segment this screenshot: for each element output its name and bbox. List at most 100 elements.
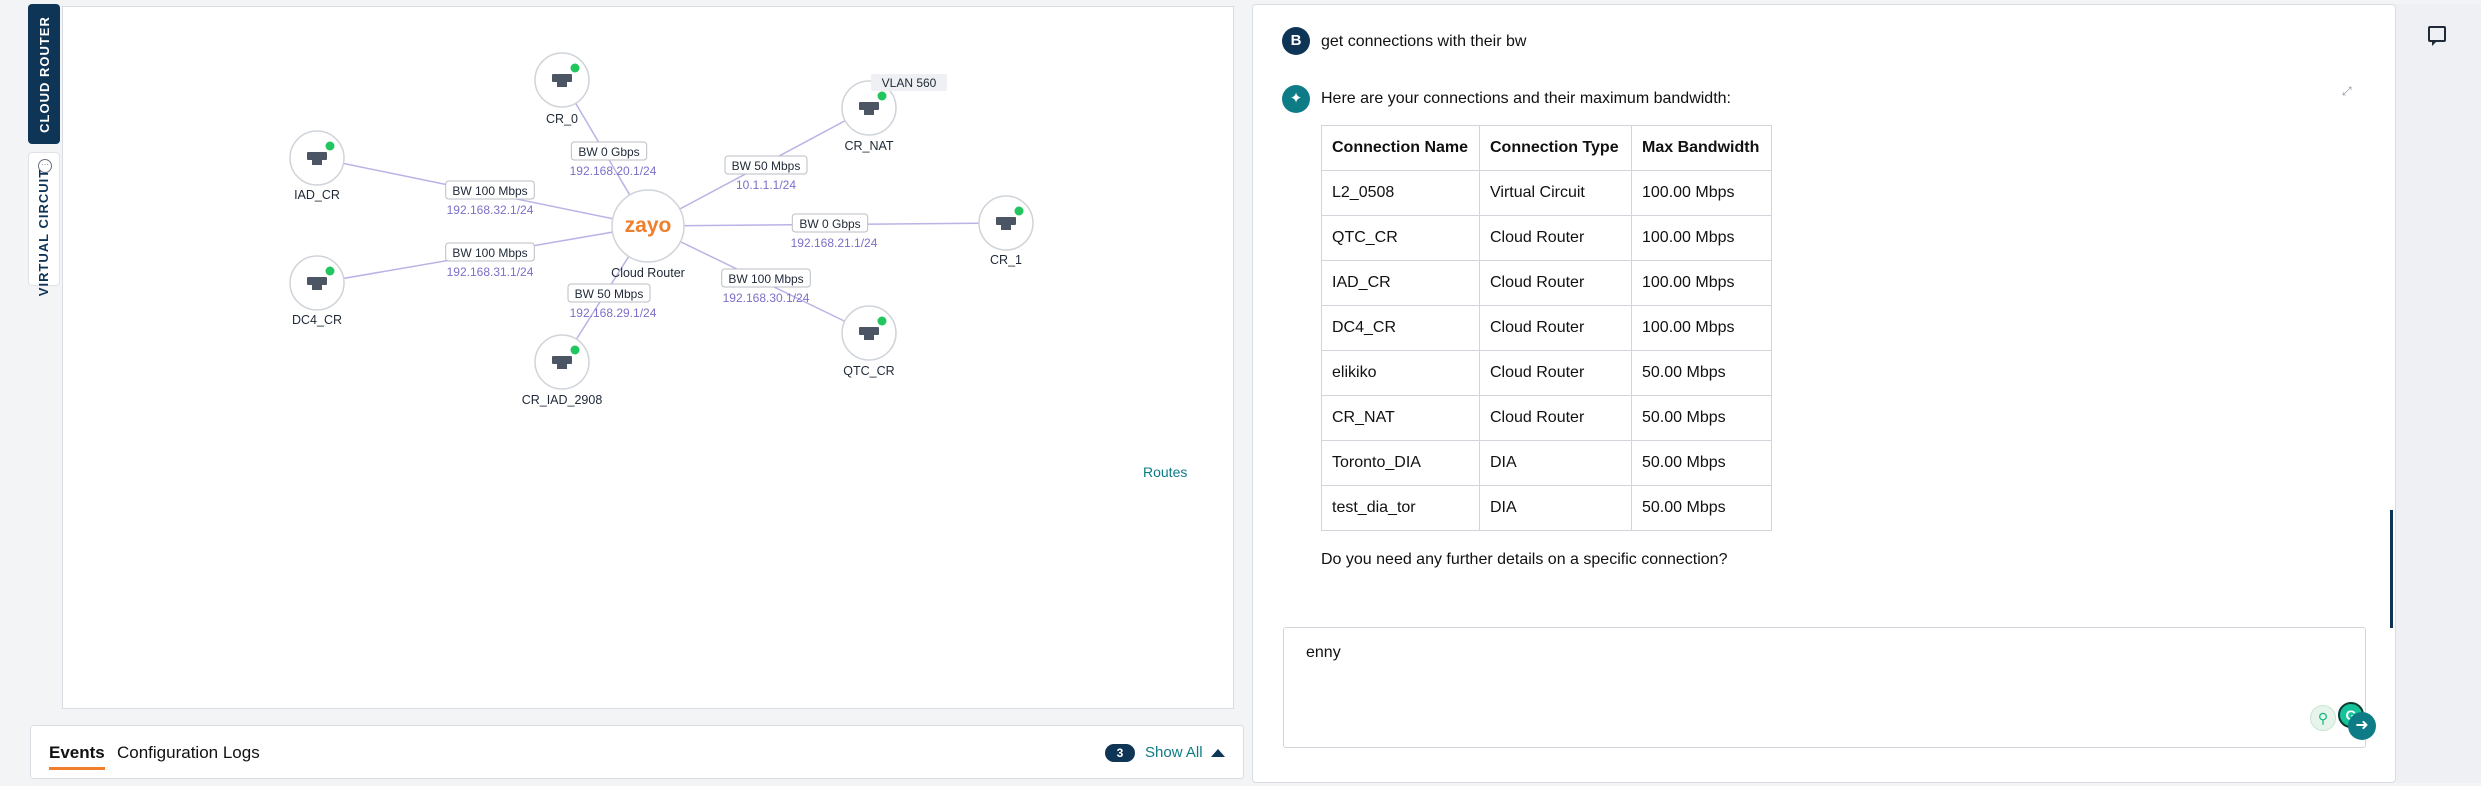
status-online-dot: [325, 141, 335, 151]
topology-diagram[interactable]: BW 0 Gbps 192.168.20.1/24 BW 50 Mbps 10.1.1…: [63, 7, 1235, 710]
tab-virtual-circuit[interactable]: ··· VIRTUAL CIRCUIT: [28, 152, 60, 296]
table-cell: IAD_CR: [1321, 260, 1480, 306]
router-icon: [552, 74, 572, 82]
events-bar: Events Configuration Logs 3 Show All: [30, 725, 1244, 779]
table-cell: CR_NAT: [1321, 395, 1480, 441]
table-cell: 50.00 Mbps: [1631, 350, 1772, 396]
table-cell: 100.00 Mbps: [1631, 170, 1772, 216]
events-count-badge: 3: [1105, 744, 1135, 762]
table-cell: 100.00 Mbps: [1631, 215, 1772, 261]
node-label: CR_0: [546, 112, 578, 126]
table-cell: L2_0508: [1321, 170, 1480, 216]
table-cell: elikiko: [1321, 350, 1480, 396]
table-cell: DC4_CR: [1321, 305, 1480, 351]
router-icon-base: [312, 285, 322, 290]
table-cell: 100.00 Mbps: [1631, 305, 1772, 351]
table-cell: test_dia_tor: [1321, 485, 1480, 531]
router-icon-base: [557, 364, 567, 369]
status-online-dot: [570, 63, 580, 73]
router-icon: [307, 277, 327, 285]
assistant-followup: Do you need any further details on a spe…: [1321, 551, 1728, 568]
table-header-row: Connection Name Connection Type Max Band…: [1321, 125, 1772, 171]
bandwidth-label: BW 50 Mbps: [575, 287, 644, 301]
node-label: CR_IAD_2908: [522, 393, 603, 407]
connections-table: Connection Name Connection Type Max Band…: [1321, 125, 1772, 531]
chevron-up-icon[interactable]: [1211, 749, 1225, 757]
router-icon-base: [1001, 225, 1011, 230]
ip-address-label: 192.168.30.1/24: [723, 291, 810, 305]
table-cell: Cloud Router: [1479, 395, 1632, 441]
bandwidth-label: BW 50 Mbps: [732, 159, 801, 173]
table-cell: 50.00 Mbps: [1631, 395, 1772, 441]
tab-cloud-router[interactable]: CLOUD ROUTER: [28, 4, 60, 144]
column-header: Max Bandwidth: [1631, 125, 1772, 171]
right-rail: [2396, 4, 2481, 783]
table-row: Toronto_DIA DIA 50.00 Mbps: [1321, 440, 1772, 486]
assistant-sparkle-icon: ✦: [1282, 85, 1310, 113]
tab-configuration-logs[interactable]: Configuration Logs: [117, 743, 260, 763]
router-icon: [552, 356, 572, 364]
table-cell: Toronto_DIA: [1321, 440, 1480, 486]
bandwidth-label: BW 0 Gbps: [799, 217, 860, 231]
zayo-logo: zayo: [625, 214, 672, 237]
router-icon: [307, 152, 327, 160]
ip-address-label: 192.168.21.1/24: [791, 236, 878, 250]
table-row: test_dia_tor DIA 50.00 Mbps: [1321, 485, 1772, 531]
ip-address-label: 192.168.32.1/24: [447, 203, 534, 217]
ip-address-label: 192.168.20.1/24: [570, 164, 657, 178]
send-button[interactable]: ➜: [2348, 712, 2376, 740]
chat-input-box[interactable]: ⚲ G ➜: [1283, 627, 2376, 748]
ip-address-label: 192.168.29.1/24: [570, 306, 657, 320]
table-cell: Cloud Router: [1479, 215, 1632, 261]
router-icon: [996, 217, 1016, 225]
status-online-dot: [877, 316, 887, 326]
table-cell: Cloud Router: [1479, 260, 1632, 306]
chat-icon[interactable]: [2428, 26, 2446, 46]
routes-link[interactable]: Routes: [1143, 464, 1187, 480]
table-cell: 100.00 Mbps: [1631, 260, 1772, 306]
scrollbar[interactable]: [2390, 510, 2393, 628]
node-label: QTC_CR: [843, 364, 894, 378]
table-cell: 50.00 Mbps: [1631, 485, 1772, 531]
router-icon: [859, 102, 879, 110]
assistant-message: Here are your connections and their maxi…: [1321, 90, 1731, 107]
node-label: DC4_CR: [292, 313, 342, 327]
chat-input[interactable]: [1306, 644, 2206, 662]
vlan-tag: VLAN 560: [882, 76, 937, 90]
cloud-router-label: Cloud Router: [611, 266, 685, 280]
node-label: CR_NAT: [844, 139, 893, 153]
status-online-dot: [877, 91, 887, 101]
table-cell: 50.00 Mbps: [1631, 440, 1772, 486]
node-label: IAD_CR: [294, 188, 340, 202]
bandwidth-label: BW 100 Mbps: [452, 184, 527, 198]
status-online-dot: [325, 266, 335, 276]
expand-icon[interactable]: ⤢: [2342, 85, 2354, 97]
table-row: L2_0508 Virtual Circuit 100.00 Mbps: [1321, 170, 1772, 216]
vertical-tab-bar: CLOUD ROUTER ··· VIRTUAL CIRCUIT: [28, 4, 60, 296]
bandwidth-label: BW 100 Mbps: [452, 246, 527, 260]
table-row: elikiko Cloud Router 50.00 Mbps: [1321, 350, 1772, 396]
lightbulb-icon[interactable]: ⚲: [2310, 705, 2336, 731]
show-all-link[interactable]: Show All: [1145, 744, 1203, 761]
chat-panel: B get connections with their bw ✦ Here a…: [1252, 4, 2396, 783]
table-cell: Cloud Router: [1479, 350, 1632, 396]
table-row: CR_NAT Cloud Router 50.00 Mbps: [1321, 395, 1772, 441]
status-online-dot: [1014, 206, 1024, 216]
node-label: CR_1: [990, 253, 1022, 267]
table-cell: DIA: [1479, 440, 1632, 486]
router-icon-base: [864, 335, 874, 340]
column-header: Connection Name: [1321, 125, 1480, 171]
topology-panel[interactable]: BW 0 Gbps 192.168.20.1/24 BW 50 Mbps 10.1.1…: [62, 6, 1234, 709]
ip-address-label: 10.1.1.1/24: [736, 178, 796, 192]
tab-cloud-router-label: CLOUD ROUTER: [36, 15, 52, 133]
tab-events[interactable]: Events: [49, 743, 105, 770]
ip-address-label: 192.168.31.1/24: [447, 265, 534, 279]
column-header: Connection Type: [1479, 125, 1632, 171]
router-icon: [859, 327, 879, 335]
user-avatar: B: [1282, 27, 1310, 55]
table-cell: QTC_CR: [1321, 215, 1480, 261]
router-icon-base: [312, 160, 322, 165]
table-cell: DIA: [1479, 485, 1632, 531]
user-message: get connections with their bw: [1321, 33, 1527, 50]
status-online-dot: [570, 345, 580, 355]
